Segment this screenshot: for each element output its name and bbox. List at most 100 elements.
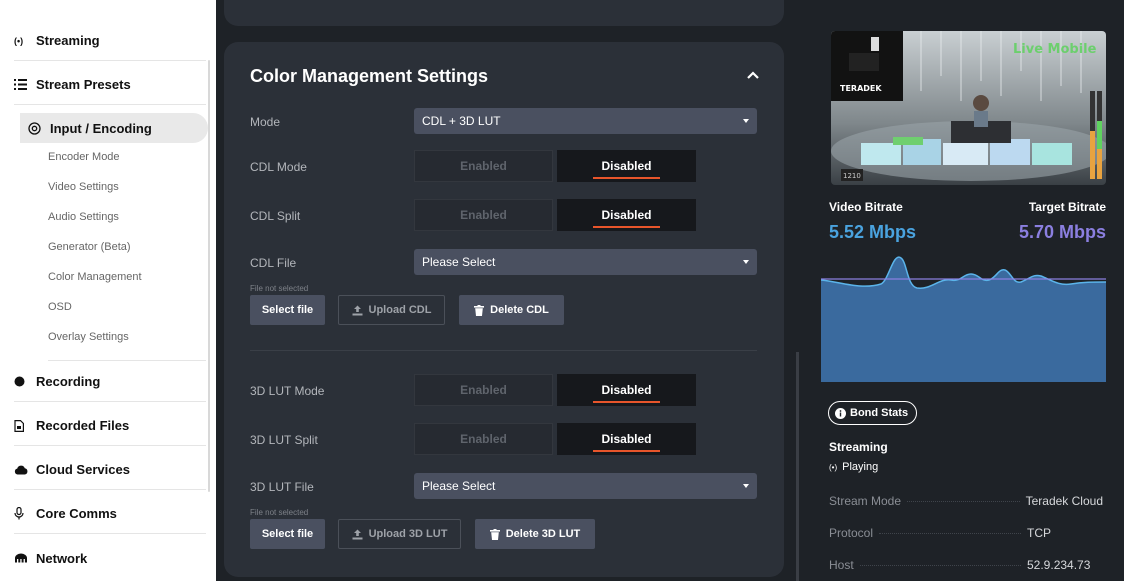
stats-panel: TERADEK Live Mobile 1210 Video Bitrate T… [806,0,1124,581]
stat-row-host: Host 52.9.234.73 [829,558,1103,572]
trash-icon [489,528,500,540]
sidebar-item-cloud-services[interactable]: Cloud Services [14,450,206,490]
stat-value: Teradek Cloud [1025,494,1103,508]
stat-value: 52.9.234.73 [1027,558,1091,572]
info-icon [835,407,846,419]
sidebar-item-input-encoding[interactable]: Input / Encoding [20,113,208,143]
button-label: Delete 3D LUT [505,528,581,540]
button-label: Upload 3D LUT [368,528,448,540]
sidebar-item-label: Input / Encoding [50,120,152,136]
mode-select-value: CDL + 3D LUT [422,114,501,128]
video-frame: TERADEK Live Mobile 1210 [831,31,1106,185]
sidebar-item-label: Cloud Services [36,462,130,477]
cdl-split-enabled-button[interactable]: Enabled [414,199,553,231]
dotted-leader [859,564,1021,566]
sidebar-subitem-encoder-mode[interactable]: Encoder Mode [48,151,120,163]
stat-key: Host [829,558,854,572]
lut-mode-toggle: Enabled Disabled [414,374,696,406]
sidebar-subitem-color-management[interactable]: Color Management [48,271,142,283]
sidebar-item-streaming[interactable]: (•) Streaming [14,21,206,61]
cdl-split-label: CDL Split [250,209,301,223]
caret-down-icon [743,260,749,264]
sidebar: (•) Streaming Stream Presets Input / Enc… [0,0,216,581]
sidebar-subitem-overlay-settings[interactable]: Overlay Settings [48,331,129,343]
streaming-heading: Streaming [829,440,888,454]
sidebar-subitem-generator[interactable]: Generator (Beta) [48,241,131,253]
playing-label: Playing [842,461,879,473]
sidebar-subitem-audio-settings[interactable]: Audio Settings [48,211,119,223]
target-bitrate-label: Target Bitrate [1028,200,1106,214]
cdl-file-label: CDL File [250,256,297,270]
delete-lut-button[interactable]: Delete 3D LUT [475,519,595,549]
lut-file-select-value: Please Select [422,479,496,493]
upload-cdl-button[interactable]: Upload CDL [338,295,445,325]
chevron-up-icon[interactable] [746,68,760,82]
sidebar-item-core-comms[interactable]: Core Comms [14,494,206,534]
stat-key: Protocol [829,526,874,540]
cdl-select-file-button[interactable]: Select file [250,295,325,325]
button-label: Select file [261,304,314,316]
bond-stats-button[interactable]: Bond Stats [828,401,918,425]
delete-cdl-button[interactable]: Delete CDL [459,295,564,325]
main-scrollbar[interactable] [796,352,799,581]
mode-select[interactable]: CDL + 3D LUT [414,108,757,134]
video-bitrate-label: Video Bitrate [829,200,903,214]
sidebar-item-label: Stream Presets [36,77,131,92]
cdl-split-disabled-button[interactable]: Disabled [557,199,696,231]
cdl-file-status: File not selected [250,284,309,293]
lut-mode-enabled-button[interactable]: Enabled [414,374,553,406]
sidebar-item-network[interactable]: Network [14,538,206,578]
color-management-card: Color Management Settings Mode CDL + 3D … [224,42,784,577]
lut-split-enabled-button[interactable]: Enabled [414,423,553,455]
video-preview: TERADEK Live Mobile 1210 [831,31,1106,185]
list-icon [14,79,36,90]
stat-key: Stream Mode [829,494,902,508]
lut-split-toggle: Enabled Disabled [414,423,696,455]
sidebar-item-recorded-files[interactable]: Recorded Files [14,406,206,446]
sidebar-item-recording[interactable]: Recording [14,362,206,402]
sidebar-subitem-video-settings[interactable]: Video Settings [48,181,119,193]
frame-counter: 1210 [843,172,861,180]
sidebar-scrollbar[interactable] [208,60,210,492]
sidebar-item-label: Recorded Files [36,418,130,433]
lut-select-file-button[interactable]: Select file [250,519,325,549]
input-icon [28,121,50,135]
upload-icon [352,305,363,315]
cdl-file-select-value: Please Select [422,255,496,269]
button-label: Delete CDL [490,304,549,316]
lut-file-label: 3D LUT File [250,480,314,494]
live-mobile-overlay: Live Mobile [1013,42,1097,57]
target-bitrate-value: 5.70 Mbps [1018,222,1106,242]
lut-split-disabled-button[interactable]: Disabled [557,423,696,455]
lut-file-select[interactable]: Please Select [414,473,757,499]
sidebar-item-label: Core Comms [36,506,117,521]
sidebar-item-label: Recording [36,374,101,389]
sidebar-subitem-osd[interactable]: OSD [48,301,72,313]
lut-file-status: File not selected [250,508,309,517]
stat-value: TCP [1027,526,1051,540]
mode-label: Mode [250,115,281,129]
cdl-mode-enabled-button[interactable]: Enabled [414,150,553,182]
divider [48,360,206,361]
trash-icon [474,304,485,316]
bond-stats-label: Bond Stats [850,407,909,419]
cdl-mode-toggle: Enabled Disabled [414,150,696,182]
bitrate-chart [821,256,1106,382]
cdl-split-toggle: Enabled Disabled [414,199,696,231]
cdl-file-select[interactable]: Please Select [414,249,757,275]
broadcast-icon: (•) [829,462,838,472]
network-icon [14,553,36,563]
cdl-mode-disabled-button[interactable]: Disabled [557,150,696,182]
stat-row-protocol: Protocol TCP [829,526,1103,540]
upload-icon [352,529,363,539]
microphone-icon [14,507,36,520]
section-divider [250,350,757,351]
lut-mode-disabled-button[interactable]: Disabled [557,374,696,406]
button-label: Upload CDL [368,304,432,316]
main-content: Color Management Settings Mode CDL + 3D … [216,0,806,581]
caret-down-icon [743,119,749,123]
upload-lut-button[interactable]: Upload 3D LUT [338,519,461,549]
sidebar-item-stream-presets[interactable]: Stream Presets [14,65,206,105]
caret-down-icon [743,484,749,488]
button-label: Select file [261,528,314,540]
